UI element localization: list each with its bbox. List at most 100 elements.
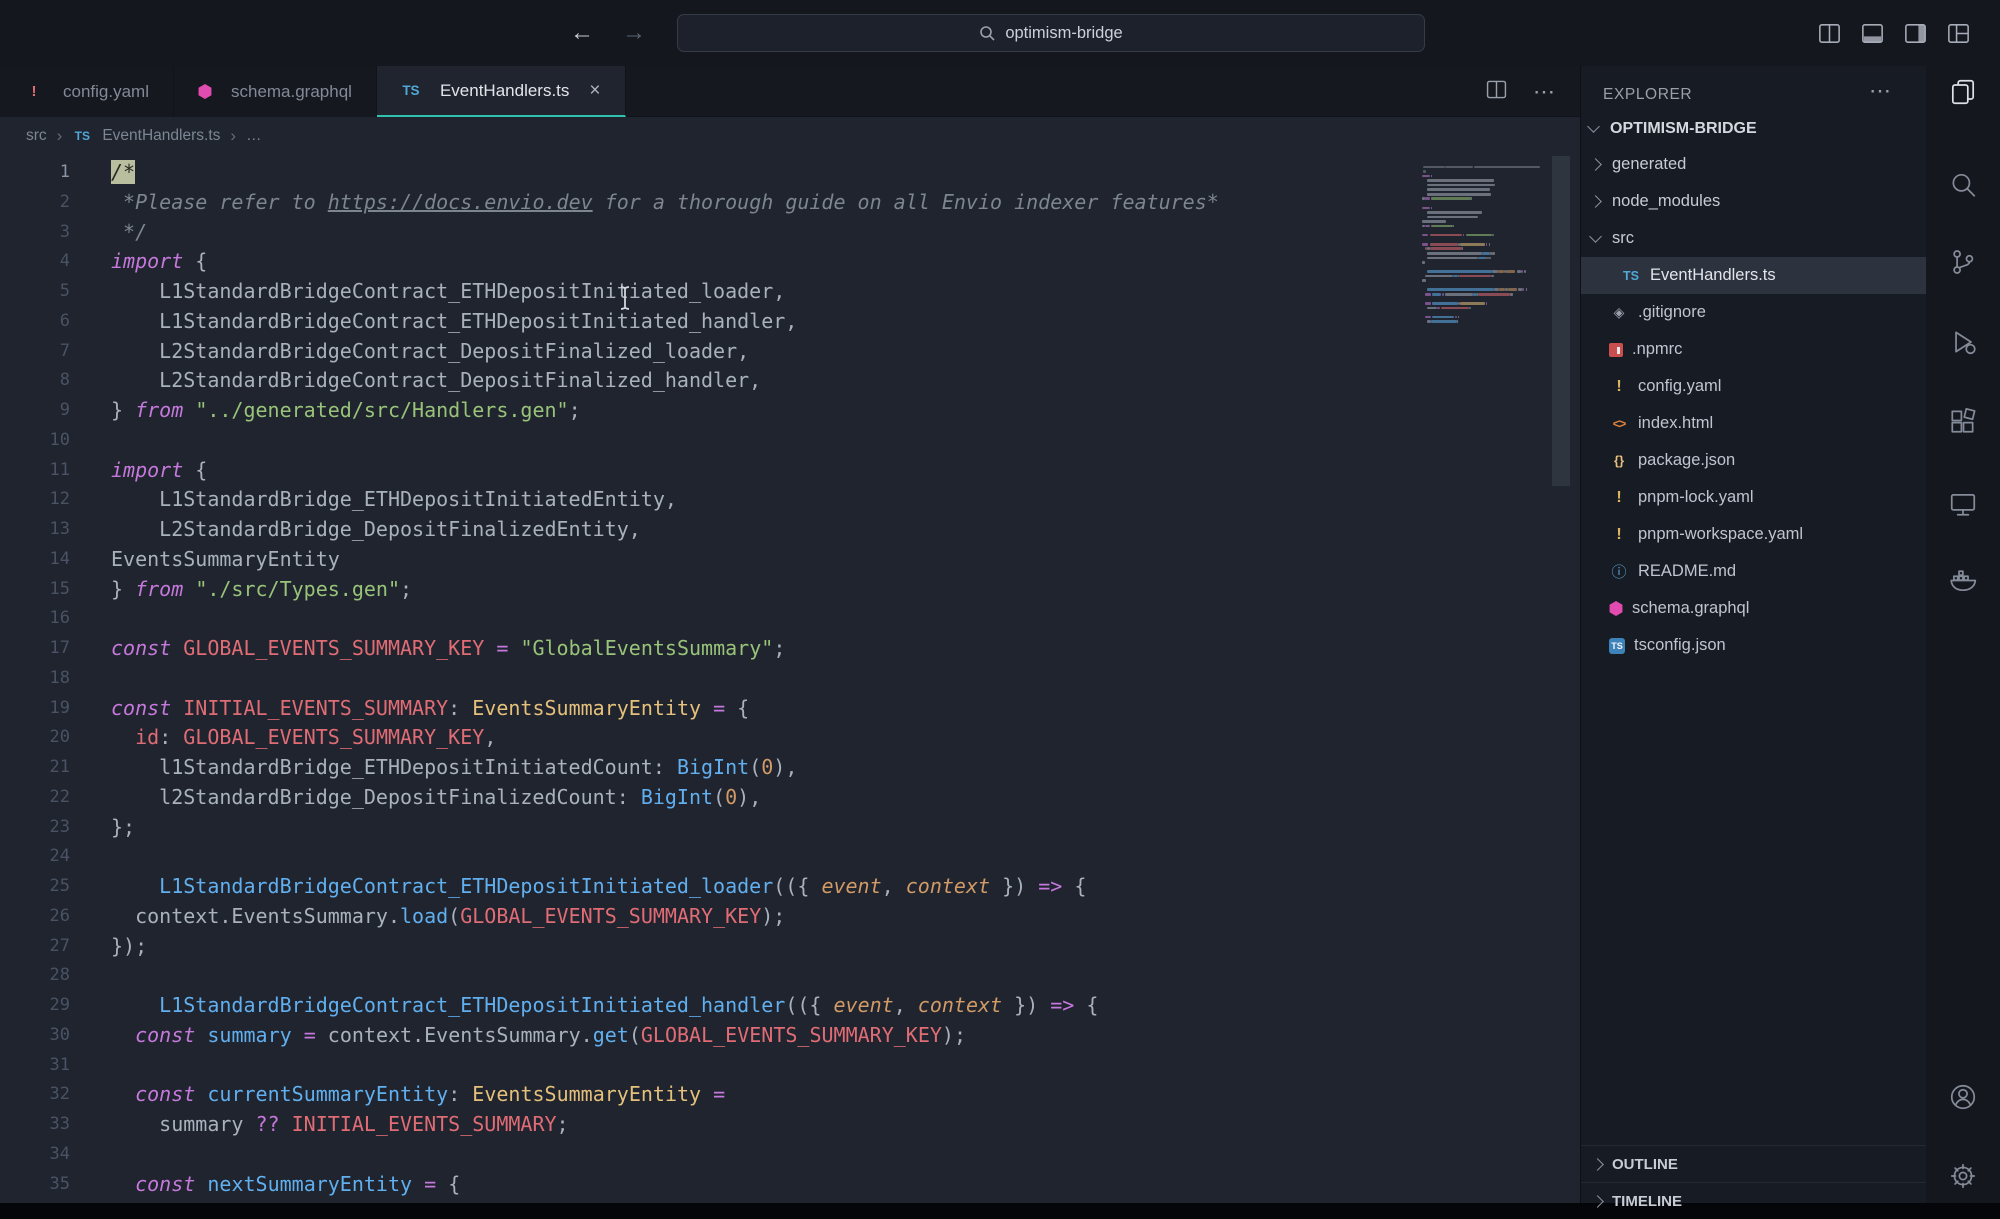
html-icon: <> [1609, 415, 1629, 433]
root-folder-label: OPTIMISM-BRIDGE [1610, 120, 1757, 138]
explorer-item-node_modules[interactable]: node_modules [1581, 183, 1926, 220]
file-name: .gitignore [1638, 303, 1706, 322]
remote-icon[interactable] [1948, 489, 1978, 519]
readme-icon: ⓘ [1609, 563, 1629, 581]
explorer-tree: generated node_modulessrc TS EventHandlers.… [1581, 146, 1926, 664]
chevron-down-icon [1589, 230, 1602, 243]
editor-more-actions-icon[interactable]: ⋯ [1533, 79, 1556, 105]
tab-label: schema.graphql [231, 82, 352, 102]
file-name: .npmrc [1632, 340, 1682, 359]
breadcrumb-item[interactable]: … [246, 127, 262, 145]
forward-arrow-icon[interactable]: → [622, 19, 646, 47]
ts-icon: TS [1621, 267, 1641, 285]
docker-icon[interactable] [1948, 565, 1978, 595]
explorer-item-package.json[interactable]: {} package.json [1581, 442, 1926, 479]
file-name: src [1612, 229, 1634, 248]
activity-bar [1926, 66, 2000, 1203]
toggle-panel-icon[interactable] [1859, 20, 1886, 47]
breadcrumb-item[interactable]: src [26, 127, 47, 145]
titlebar-layout-controls [1816, 0, 1972, 66]
code-lines: /* *Please refer to https://docs.envio.d… [111, 158, 1219, 1203]
tab-label: EventHandlers.ts [440, 81, 569, 101]
chevron-right-icon [1591, 1158, 1604, 1171]
customize-layout-icon[interactable] [1945, 20, 1972, 47]
graphql-icon [1609, 601, 1623, 616]
text-cursor-pointer [618, 285, 632, 311]
explorer-item-EventHandlers.ts[interactable]: TS EventHandlers.ts [1581, 257, 1926, 294]
section-outline[interactable]: OUTLINE [1581, 1145, 1926, 1182]
tab-schema.graphql[interactable]: schema.graphql [174, 66, 377, 117]
graphql-icon [198, 84, 212, 99]
file-name: index.html [1638, 414, 1713, 433]
explorer-item-pnpm-lock.yaml[interactable]: !pnpm-lock.yaml [1581, 479, 1926, 516]
extensions-icon[interactable] [1948, 406, 1978, 436]
file-name: pnpm-lock.yaml [1638, 488, 1754, 507]
chevron-down-icon [1587, 120, 1600, 133]
minimap[interactable] [1422, 161, 1544, 441]
json-icon: {} [1609, 452, 1629, 470]
yaml-icon: ! [1609, 526, 1629, 544]
npm-icon [1609, 343, 1623, 357]
explorer-item-tsconfig.json[interactable]: TS tsconfig.json [1581, 627, 1926, 664]
tab-EventHandlers.ts[interactable]: TS EventHandlers.ts × [377, 66, 626, 117]
command-center-search[interactable]: optimism-bridge [677, 14, 1425, 52]
explorer-item-schema.graphql[interactable]: schema.graphql [1581, 590, 1926, 627]
explorer-root-folder[interactable]: OPTIMISM-BRIDGE [1581, 112, 1926, 146]
explorer-item-.npmrc[interactable]: .npmrc [1581, 331, 1926, 368]
run-debug-icon[interactable] [1948, 327, 1978, 357]
search-value: optimism-bridge [1005, 24, 1122, 43]
search-icon[interactable] [1948, 170, 1978, 200]
explorer-icon[interactable] [1948, 77, 1978, 107]
settings-icon[interactable] [1948, 1161, 1978, 1191]
chevron-right-icon [1589, 158, 1602, 171]
explorer-item-index.html[interactable]: <> index.html [1581, 405, 1926, 442]
explorer-item-src[interactable]: src [1581, 220, 1926, 257]
title-bar: ← → optimism-bridge [0, 0, 2000, 66]
editor-scrollbar[interactable] [1552, 156, 1570, 486]
file-name: generated [1612, 155, 1686, 174]
file-name: README.md [1638, 562, 1736, 581]
source-control-icon[interactable] [1948, 247, 1978, 277]
breadcrumb: src › TS EventHandlers.ts › … [0, 118, 1580, 153]
section-timeline[interactable]: TIMELINE [1581, 1182, 1926, 1219]
file-name: node_modules [1612, 192, 1720, 211]
explorer-item-pnpm-workspace.yaml[interactable]: ! pnpm-workspace.yaml [1581, 516, 1926, 553]
yaml-icon: ! [1609, 378, 1629, 396]
file-name: config.yaml [1638, 377, 1721, 396]
file-name: pnpm-workspace.yaml [1638, 525, 1803, 544]
search-icon [979, 25, 996, 42]
split-editor-icon[interactable] [1484, 77, 1509, 107]
file-name: schema.graphql [1632, 599, 1749, 618]
tsconfig-icon: TS [1609, 638, 1625, 654]
close-tab-icon[interactable]: × [589, 80, 600, 102]
accounts-icon[interactable] [1948, 1082, 1978, 1112]
explorer-item-README.md[interactable]: ⓘ README.md [1581, 553, 1926, 590]
git-icon: ◈ [1609, 304, 1629, 322]
breadcrumb-item[interactable]: EventHandlers.ts [102, 127, 220, 145]
explorer-more-actions-icon[interactable]: ⋯ [1869, 78, 1892, 104]
explorer-item-generated[interactable]: generated [1581, 146, 1926, 183]
explorer-item-.gitignore[interactable]: ◈ .gitignore [1581, 294, 1926, 331]
vscode-window: ← → optimism-bridge ! config.yaml schema.g… [0, 0, 2000, 1203]
code-editor[interactable]: 1234567891011121314151617181920212223242… [0, 153, 1580, 1203]
file-name: package.json [1638, 451, 1735, 470]
toggle-secondary-sidebar-icon[interactable] [1902, 20, 1929, 47]
explorer-sidebar: EXPLORER ⋯ OPTIMISM-BRIDGE generated node… [1580, 66, 1926, 1203]
explorer-item-config.yaml[interactable]: ! config.yaml [1581, 368, 1926, 405]
explorer-title: EXPLORER [1603, 86, 1692, 103]
toggle-primary-sidebar-icon[interactable] [1816, 20, 1843, 47]
tab-config.yaml[interactable]: ! config.yaml [0, 66, 174, 117]
file-name: tsconfig.json [1634, 636, 1726, 655]
chevron-right-icon [1591, 1195, 1604, 1208]
file-name: EventHandlers.ts [1650, 266, 1776, 285]
chevron-right-icon: › [230, 126, 236, 146]
yaml-warning-icon: ! [24, 83, 44, 101]
tab-label: config.yaml [63, 82, 149, 102]
ts-icon: TS [401, 82, 421, 100]
ts-icon: TS [72, 127, 92, 145]
chevron-right-icon: › [57, 126, 63, 146]
chevron-right-icon [1589, 195, 1602, 208]
tab-bar-tabs: ! config.yaml schema.graphql TS EventHandler… [0, 66, 1580, 116]
back-arrow-icon[interactable]: ← [570, 19, 594, 47]
line-numbers: 1234567891011121314151617181920212223242… [0, 158, 70, 1203]
